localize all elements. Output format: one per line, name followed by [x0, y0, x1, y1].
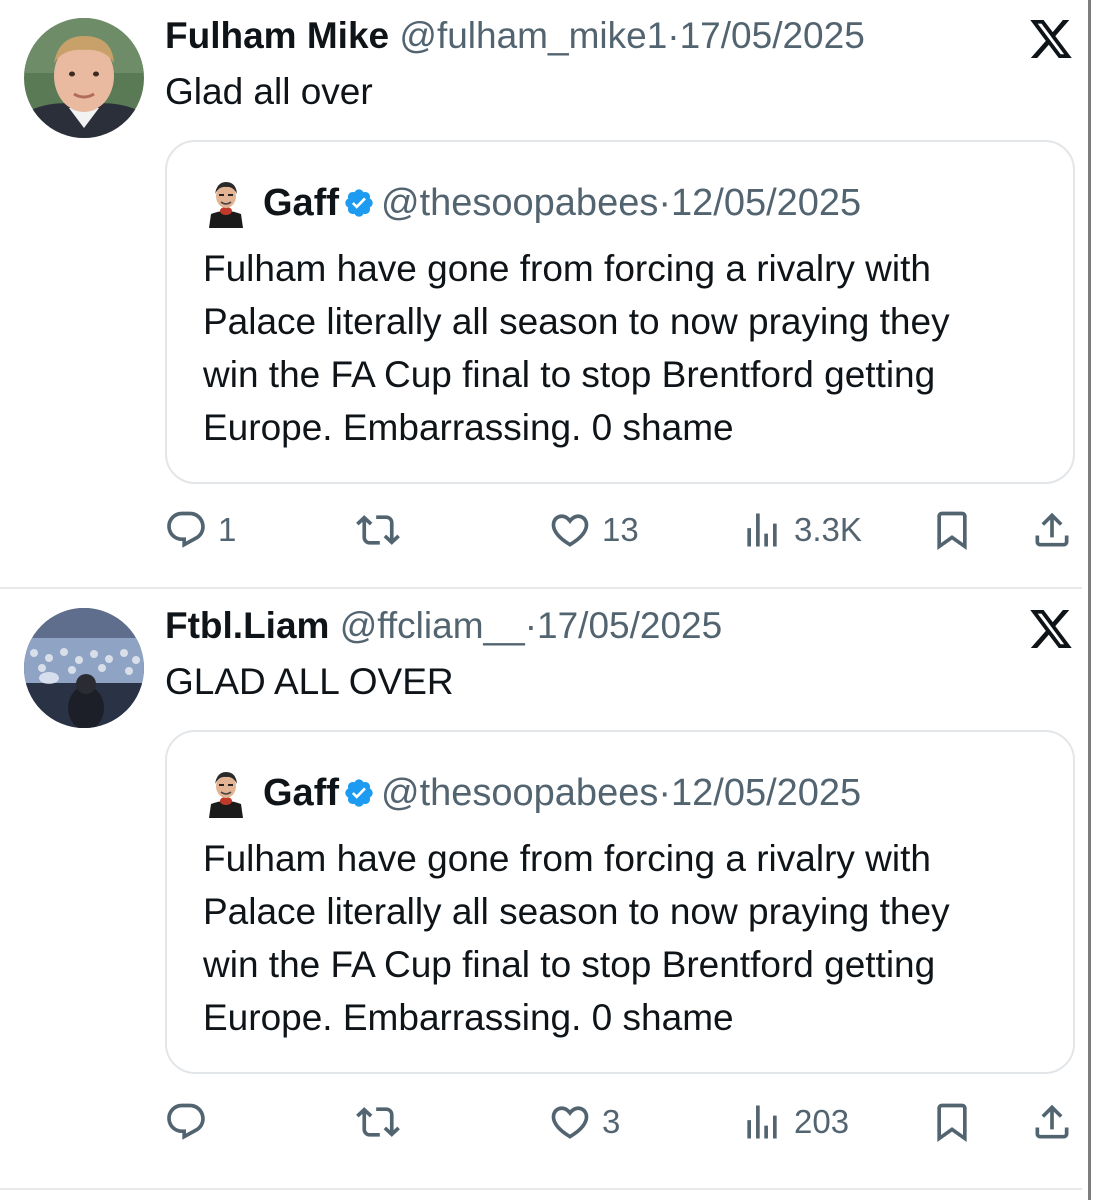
quote-text-line: Europe. Embarrassing. 0 shame [203, 407, 734, 448]
retweet-icon [356, 515, 400, 545]
divider [0, 587, 1082, 589]
quote-text: Fulham have gone from forcing a rivalry … [203, 242, 1063, 454]
views-button[interactable]: 3.3K [740, 500, 862, 560]
tweet-text: GLAD ALL OVER [165, 661, 454, 702]
quote-header: Gaff @thesoopabees·12/05/2025 [263, 180, 861, 226]
heart-icon [551, 514, 589, 547]
verified-badge-icon [343, 187, 375, 219]
quote-date[interactable]: 12/05/2025 [671, 182, 861, 224]
tweet-header: Ftbl.Liam @ffcliam__·17/05/2025 [165, 604, 722, 648]
action-bar: 3 203 [0, 1092, 1082, 1152]
reply-button[interactable] [164, 1092, 218, 1152]
quoted-tweet[interactable]: Gaff @thesoopabees·12/05/2025 Fulham have… [165, 140, 1075, 484]
views-chart-icon [747, 513, 777, 547]
x-logo-icon [1030, 610, 1072, 648]
quote-text-line: win the FA Cup final to stop Brentford g… [203, 354, 936, 395]
separator: · [658, 772, 671, 814]
share-button[interactable] [1030, 500, 1074, 560]
quote-date[interactable]: 12/05/2025 [671, 772, 861, 814]
author-name[interactable]: Fulham Mike [165, 15, 389, 56]
quote-avatar[interactable] [205, 178, 247, 228]
reply-count: 1 [218, 511, 237, 548]
action-bar: 1 13 3.3K [0, 500, 1082, 560]
divider [0, 1188, 1082, 1190]
reply-icon [167, 1103, 205, 1140]
quote-author-handle[interactable]: @thesoopabees [381, 772, 658, 814]
quote-avatar[interactable] [205, 768, 247, 818]
x-logo-icon [1030, 20, 1072, 58]
separator: · [524, 605, 538, 646]
quote-text-line: Palace literally all season to now prayi… [203, 891, 950, 932]
views-button[interactable]: 203 [740, 1092, 849, 1152]
share-button[interactable] [1030, 1092, 1074, 1152]
tweet-date[interactable]: 17/05/2025 [537, 605, 722, 646]
like-count: 3 [602, 1103, 621, 1140]
bookmark-icon [937, 511, 967, 551]
like-count: 13 [602, 511, 639, 548]
retweet-icon [356, 1107, 400, 1137]
quote-text-line: Fulham have gone from forcing a rivalry … [203, 248, 931, 289]
views-chart-icon [747, 1105, 777, 1139]
feed: Fulham Mike @fulham_mike1·17/05/2025 Gla… [0, 0, 1099, 1200]
views-count: 203 [794, 1103, 850, 1140]
tweet-card[interactable]: Ftbl.Liam @ffcliam__·17/05/2025 GLAD ALL… [0, 590, 1082, 1198]
quote-author-handle[interactable]: @thesoopabees [381, 182, 658, 224]
reply-button[interactable]: 1 [164, 500, 236, 560]
share-icon [1035, 512, 1069, 547]
scrollbar[interactable] [1088, 0, 1091, 1200]
share-icon [1035, 1104, 1069, 1139]
tweet-date[interactable]: 17/05/2025 [680, 15, 865, 56]
tweet-header: Fulham Mike @fulham_mike1·17/05/2025 [165, 14, 865, 58]
like-button[interactable]: 13 [548, 500, 639, 560]
avatar[interactable] [24, 608, 144, 728]
like-button[interactable]: 3 [548, 1092, 620, 1152]
author-handle[interactable]: @fulham_mike1 [399, 15, 667, 56]
verified-badge-icon [343, 777, 375, 809]
reply-icon [167, 511, 205, 548]
separator: · [667, 15, 680, 56]
quote-header: Gaff @thesoopabees·12/05/2025 [263, 770, 861, 816]
retweet-button[interactable] [356, 1092, 410, 1152]
quote-author-name[interactable]: Gaff [263, 772, 339, 814]
heart-icon [551, 1106, 589, 1139]
views-count: 3.3K [794, 511, 862, 548]
bookmark-button[interactable] [930, 500, 974, 560]
quote-text-line: Palace literally all season to now prayi… [203, 301, 950, 342]
quote-text-line: win the FA Cup final to stop Brentford g… [203, 944, 936, 985]
tweet-text: Glad all over [165, 71, 373, 112]
tweet-card[interactable]: Fulham Mike @fulham_mike1·17/05/2025 Gla… [0, 0, 1082, 588]
quote-author-name[interactable]: Gaff [263, 182, 339, 224]
avatar[interactable] [24, 18, 144, 138]
bookmark-icon [937, 1103, 967, 1143]
retweet-button[interactable] [356, 500, 410, 560]
quote-text-line: Europe. Embarrassing. 0 shame [203, 997, 734, 1038]
separator: · [658, 182, 671, 224]
quote-text: Fulham have gone from forcing a rivalry … [203, 832, 1063, 1044]
bookmark-button[interactable] [930, 1092, 974, 1152]
quoted-tweet[interactable]: Gaff @thesoopabees·12/05/2025 Fulham have… [165, 730, 1075, 1074]
quote-text-line: Fulham have gone from forcing a rivalry … [203, 838, 931, 879]
author-handle[interactable]: @ffcliam__ [340, 605, 525, 646]
author-name[interactable]: Ftbl.Liam [165, 605, 329, 646]
